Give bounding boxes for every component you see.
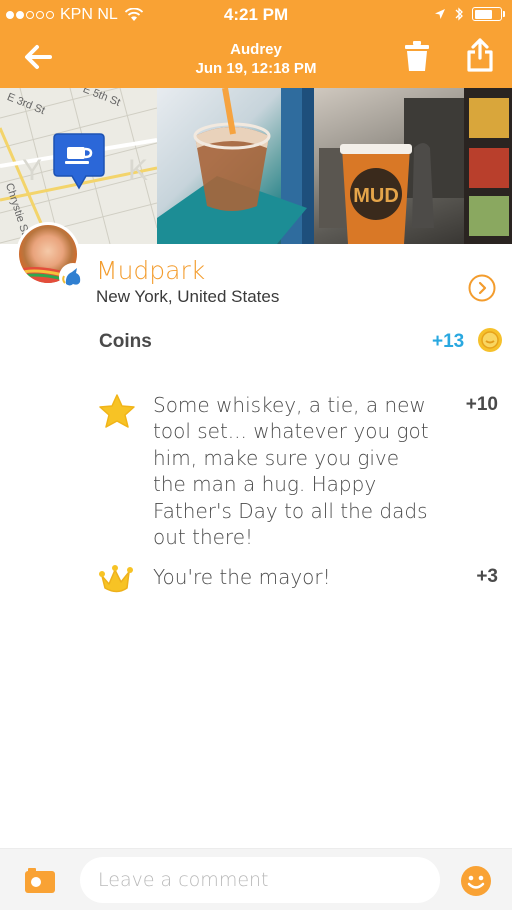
battery-icon — [472, 7, 505, 21]
coin-row-points: +10 — [465, 394, 498, 415]
svg-text:Y: Y — [22, 154, 42, 187]
coin-row-text: Some whiskey, a tie, a new tool set... w… — [153, 393, 429, 550]
location-arrow-icon — [435, 9, 445, 19]
nav-title: Audrey Jun 19, 12:18 PM — [0, 40, 512, 78]
checkin-photo-iced-drink[interactable] — [157, 88, 314, 244]
share-icon[interactable] — [466, 38, 494, 72]
emoji-icon[interactable] — [460, 865, 492, 897]
coins-total: +13 — [432, 331, 465, 352]
coin-row: You're the mayor! +3 — [0, 564, 512, 604]
svg-text:MUD: MUD — [353, 185, 399, 207]
star-icon — [99, 394, 135, 428]
status-bar: KPN NL 4:21 PM — [0, 0, 512, 30]
coin-row: Some whiskey, a tie, a new tool set... w… — [0, 392, 512, 552]
checkin-date: Jun 19, 12:18 PM — [195, 60, 317, 77]
comment-input[interactable] — [80, 857, 440, 903]
coin-icon — [478, 328, 502, 352]
coins-label: Coins — [99, 331, 152, 352]
photo-strip: Y K E 3rd St E 5th St Chrystie St MUD — [0, 88, 512, 244]
checkin-photo-coffee-cup[interactable]: MUD — [314, 88, 512, 244]
coin-row-text: You're the mayor! — [153, 565, 331, 589]
chevron-right-icon[interactable] — [468, 274, 496, 302]
crown-icon — [99, 565, 133, 593]
map-pin-coffee-icon — [53, 133, 105, 190]
venue-name[interactable]: Mudpark — [96, 256, 205, 285]
svg-text:K: K — [128, 154, 148, 187]
camera-icon[interactable] — [24, 868, 56, 894]
venue-location: New York, United States — [96, 287, 280, 306]
unicorn-badge-icon — [59, 263, 87, 291]
header: KPN NL 4:21 PM Audrey Jun 19, 12:18 PM — [0, 0, 512, 88]
coin-row-points: +3 — [476, 566, 498, 587]
trash-icon[interactable] — [404, 40, 430, 72]
venue-map[interactable]: Y K E 3rd St E 5th St Chrystie St — [0, 88, 157, 244]
comment-bar — [0, 848, 512, 910]
bluetooth-icon — [455, 7, 463, 21]
checkin-user: Audrey — [230, 41, 282, 58]
